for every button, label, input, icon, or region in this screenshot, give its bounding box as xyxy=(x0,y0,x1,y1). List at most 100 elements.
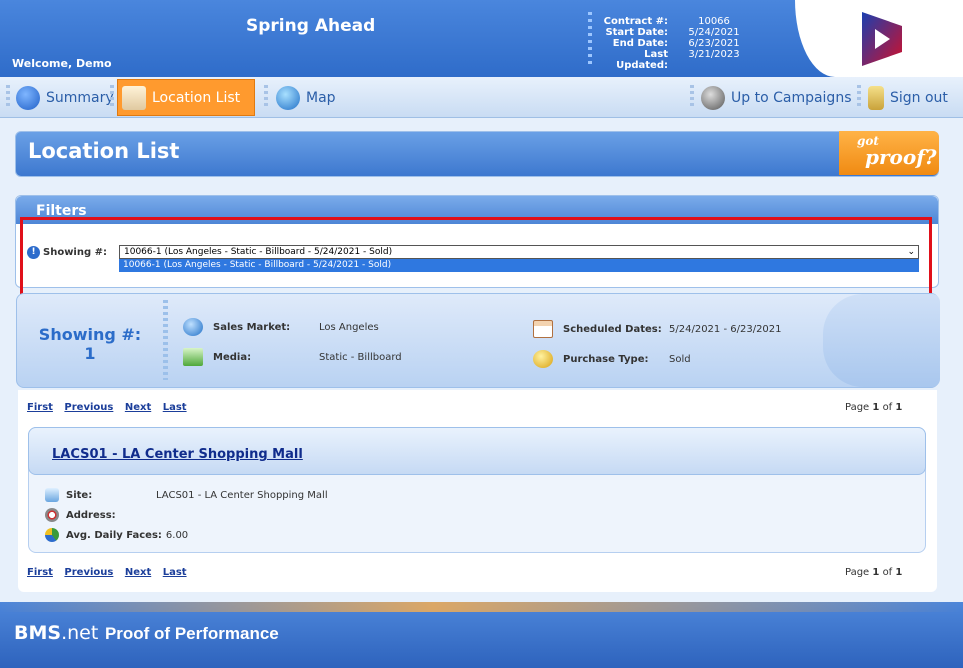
site-value: LACS01 - LA Center Shopping Mall xyxy=(156,489,328,501)
faces-value: 6.00 xyxy=(165,529,189,541)
address-row: Address: xyxy=(45,508,156,522)
sales-market-value: Los Angeles xyxy=(319,321,379,333)
page-word: Page xyxy=(845,567,870,578)
nav-summary-label: Summary xyxy=(46,89,114,106)
of-word: of xyxy=(882,402,893,413)
showing-divider xyxy=(163,300,168,380)
sales-market-label: Sales Market: xyxy=(213,321,291,333)
page-total: 1 xyxy=(895,402,903,413)
nav-divider xyxy=(110,85,114,109)
page-title: Location List xyxy=(28,139,180,163)
brand-net: .net xyxy=(61,622,99,644)
badge-line2: proof? xyxy=(865,145,937,169)
nav-bar: Summary Location List Map Up to Campaign… xyxy=(0,77,963,118)
brand-logo-icon xyxy=(862,12,902,66)
got-proof-badge: got proof? xyxy=(839,131,939,175)
start-date-value: 5/24/2021 xyxy=(688,27,740,38)
campaign-title: Spring Ahead xyxy=(246,16,376,36)
page-title-bar: Location List xyxy=(15,131,939,177)
nav-divider xyxy=(6,85,10,109)
scheduled-row: Scheduled Dates: 5/24/2021 - 6/23/2021 xyxy=(533,320,782,338)
page-word: Page xyxy=(845,402,870,413)
nav-sign-out-label: Sign out xyxy=(890,89,948,106)
pager-first-link[interactable]: First xyxy=(27,402,53,413)
house-icon xyxy=(122,85,146,110)
showing-heading: Showing #: 1 xyxy=(37,325,143,363)
brand-tagline: Proof of Performance xyxy=(104,624,279,643)
footer: BMS.net Proof of Performance xyxy=(0,602,963,668)
nav-divider xyxy=(857,85,861,109)
pager-previous-link[interactable]: Previous xyxy=(64,567,113,578)
last-updated-value: 3/21/2023 xyxy=(688,49,740,60)
location-title-link[interactable]: LACS01 - LA Center Shopping Mall xyxy=(52,447,303,462)
media-row: Media: Static - Billboard xyxy=(183,348,402,366)
page-total: 1 xyxy=(895,567,903,578)
page-indicator: Page 1 of 1 xyxy=(845,567,902,578)
pager-top: First Previous Next Last xyxy=(27,402,195,413)
billboard-icon xyxy=(183,348,203,366)
contract-info: Contract #: 10066 Start Date: 5/24/2021 En… xyxy=(600,16,752,71)
up-arrow-icon xyxy=(701,85,725,110)
nav-divider xyxy=(690,85,694,109)
sales-market-row: Sales Market: Los Angeles xyxy=(183,318,379,336)
panel-cap xyxy=(823,294,940,387)
showing-heading-text: Showing #: xyxy=(38,325,142,344)
page-number: 1 xyxy=(872,567,880,578)
start-date-label: Start Date: xyxy=(605,27,668,38)
purchase-value: Sold xyxy=(669,353,691,365)
site-label: Site: xyxy=(66,489,93,501)
nav-location-list[interactable]: Location List xyxy=(117,79,255,116)
contract-value: 10066 xyxy=(698,16,730,27)
pager-next-link[interactable]: Next xyxy=(125,567,151,578)
scheduled-label: Scheduled Dates: xyxy=(563,323,662,335)
nav-up-to-campaigns[interactable]: Up to Campaigns xyxy=(701,79,852,116)
pager-previous-link[interactable]: Previous xyxy=(64,402,113,413)
purchase-label: Purchase Type: xyxy=(563,353,649,365)
purchase-row: Purchase Type: Sold xyxy=(533,350,691,368)
house-icon xyxy=(45,488,59,502)
pager-last-link[interactable]: Last xyxy=(163,567,187,578)
nav-summary[interactable]: Summary xyxy=(16,79,114,116)
nav-sign-out[interactable]: Sign out xyxy=(868,79,948,116)
nav-map-label: Map xyxy=(306,89,336,106)
pager-last-link[interactable]: Last xyxy=(163,402,187,413)
globe-icon xyxy=(183,318,203,336)
lock-icon xyxy=(868,85,884,110)
page-indicator: Page 1 of 1 xyxy=(845,402,902,413)
pager-bottom: First Previous Next Last xyxy=(27,567,195,578)
brand-bms: BMS xyxy=(14,622,62,644)
nav-map[interactable]: Map xyxy=(276,79,336,116)
faces-label: Avg. Daily Faces: xyxy=(66,529,162,541)
header-divider xyxy=(588,12,592,64)
end-date-value: 6/23/2021 xyxy=(688,38,740,49)
info-icon xyxy=(16,85,40,110)
pager-next-link[interactable]: Next xyxy=(125,402,151,413)
scheduled-value: 5/24/2021 - 6/23/2021 xyxy=(669,323,782,335)
header: Spring Ahead Welcome, Demo Contract #: 10… xyxy=(0,0,963,77)
end-date-label: End Date: xyxy=(612,38,668,49)
media-value: Static - Billboard xyxy=(319,351,402,363)
map-pin-icon xyxy=(45,508,59,522)
footer-swoosh xyxy=(0,602,963,612)
contract-label: Contract #: xyxy=(603,16,668,27)
site-row: Site: LACS01 - LA Center Shopping Mall xyxy=(45,488,328,502)
showing-number: 1 xyxy=(84,344,96,363)
faces-row: Avg. Daily Faces: 6.00 xyxy=(45,528,188,542)
of-word: of xyxy=(882,567,893,578)
last-updated-label: Last Updated: xyxy=(616,49,668,71)
globe-icon xyxy=(276,85,300,110)
pie-chart-icon xyxy=(45,528,59,542)
nav-divider xyxy=(264,85,268,109)
welcome-text: Welcome, Demo xyxy=(12,57,112,70)
nav-location-list-label: Location List xyxy=(152,89,241,106)
nav-up-to-campaigns-label: Up to Campaigns xyxy=(731,89,852,106)
showing-panel: Showing #: 1 Sales Market: Los Angeles M… xyxy=(16,293,940,388)
calendar-icon xyxy=(533,320,553,338)
media-label: Media: xyxy=(213,351,252,363)
footer-brand: BMS.net Proof of Performance xyxy=(14,622,279,644)
location-card-header: LACS01 - LA Center Shopping Mall xyxy=(28,427,926,475)
coins-icon xyxy=(533,350,553,368)
page-number: 1 xyxy=(872,402,880,413)
address-label: Address: xyxy=(66,509,116,521)
pager-first-link[interactable]: First xyxy=(27,567,53,578)
